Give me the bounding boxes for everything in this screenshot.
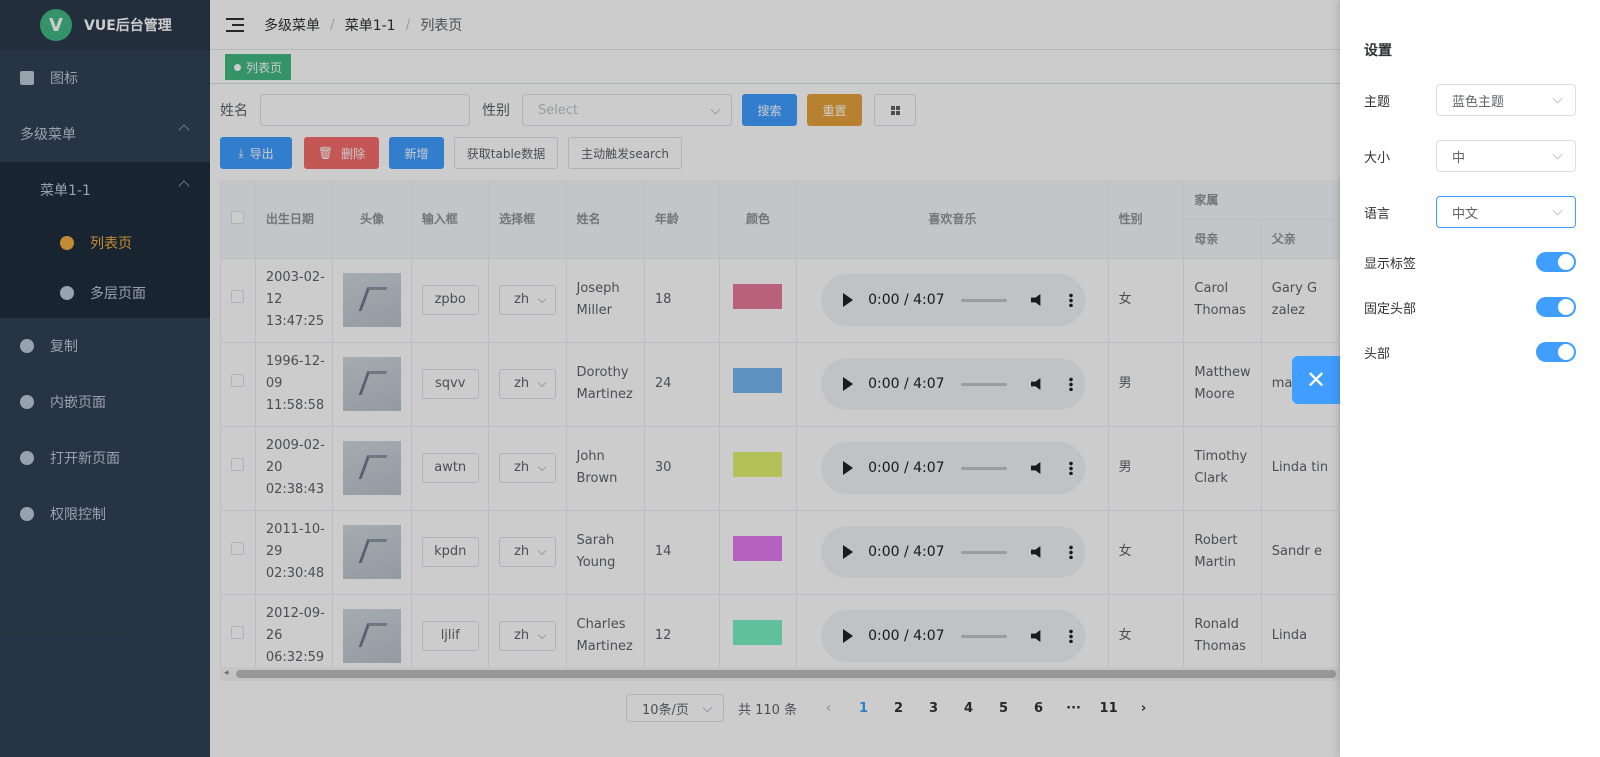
size-select[interactable]: 中 <box>1436 140 1576 172</box>
language-row: 语言 中文 <box>1364 196 1576 228</box>
show-tags-row: 显示标签 <box>1364 246 1576 278</box>
header-switch[interactable] <box>1536 342 1576 362</box>
size-value: 中 <box>1452 150 1466 166</box>
chevron-down-icon <box>1552 149 1563 160</box>
settings-title: 设置 <box>1364 43 1392 59</box>
show-tags-label: 显示标签 <box>1364 256 1417 272</box>
fixed-header-switch[interactable] <box>1536 297 1576 317</box>
language-value: 中文 <box>1452 206 1479 222</box>
theme-label: 主题 <box>1364 94 1391 110</box>
language-label: 语言 <box>1364 206 1391 222</box>
fixed-header-row: 固定头部 <box>1364 291 1576 323</box>
settings-panel: 设置 主题 蓝色主题 大小 中 语言 中文 显示标签 固定头部 头部 <box>1340 0 1600 757</box>
language-select[interactable]: 中文 <box>1436 196 1576 228</box>
theme-select[interactable]: 蓝色主题 <box>1436 84 1576 116</box>
modal-overlay[interactable] <box>0 0 1340 757</box>
header-label: 头部 <box>1364 346 1391 362</box>
show-tags-switch[interactable] <box>1536 252 1576 272</box>
size-row: 大小 中 <box>1364 140 1576 172</box>
close-icon: ✕ <box>1305 366 1327 394</box>
theme-row: 主题 蓝色主题 <box>1364 84 1576 116</box>
theme-value: 蓝色主题 <box>1452 94 1505 110</box>
size-label: 大小 <box>1364 150 1391 166</box>
header-row: 头部 <box>1364 336 1576 368</box>
close-settings-button[interactable]: ✕ <box>1292 356 1340 404</box>
fixed-header-label: 固定头部 <box>1364 301 1417 317</box>
chevron-down-icon <box>1552 205 1563 216</box>
chevron-down-icon <box>1552 93 1563 104</box>
